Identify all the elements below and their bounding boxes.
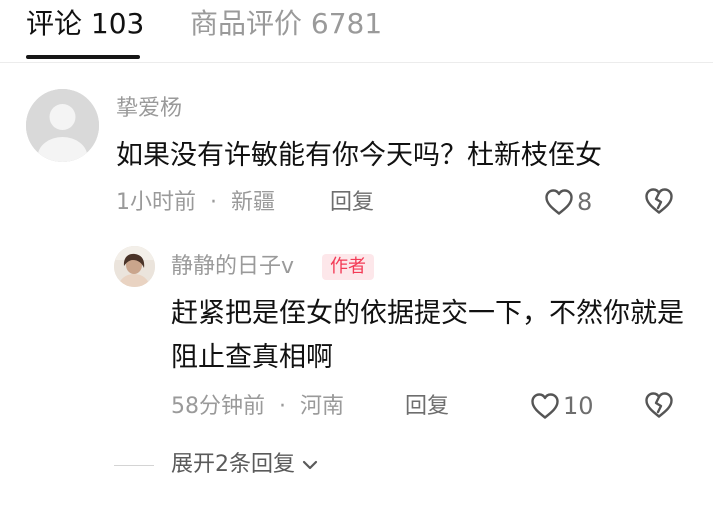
comment-time: 1小时前 xyxy=(116,190,196,215)
comment-tabs: 评论 103 商品评价 6781 xyxy=(0,0,713,62)
reply-like-count: 10 xyxy=(563,392,594,420)
broken-heart-icon xyxy=(643,391,675,419)
reply-text: 赶紧把是侄女的依据提交一下，不然你就是阻止查真相啊 xyxy=(171,298,684,373)
author-badge: 作者 xyxy=(322,254,374,280)
expand-replies-label: 展开2条回复 xyxy=(171,452,295,477)
reply-username[interactable]: 静静的日子v xyxy=(171,252,294,282)
tabs-divider xyxy=(0,62,713,63)
reply-dislike-button[interactable] xyxy=(643,391,675,419)
heart-icon xyxy=(544,188,574,216)
expand-replies-button[interactable]: 展开2条回复 xyxy=(171,450,321,480)
expand-divider xyxy=(114,465,154,466)
reply-reply-button[interactable]: 回复 xyxy=(405,392,449,422)
comment-dislike-button[interactable] xyxy=(643,187,675,215)
comment-meta: 1小时前 · 新疆 xyxy=(116,188,275,218)
broken-heart-icon xyxy=(643,187,675,215)
comment-location: 新疆 xyxy=(231,190,276,215)
reply-time: 58分钟前 xyxy=(171,394,265,419)
comment-username[interactable]: 挚爱杨 xyxy=(116,94,182,124)
reply-avatar[interactable] xyxy=(114,246,155,287)
reply-location: 河南 xyxy=(300,394,345,419)
comment-like-button[interactable]: 8 xyxy=(544,187,592,217)
comment-like-count: 8 xyxy=(577,188,593,216)
tab-product-reviews[interactable]: 商品评价 6781 xyxy=(190,4,382,44)
comment-text: 如果没有许敏能有你今天吗？杜新枝侄女 xyxy=(116,140,602,171)
meta-separator: · xyxy=(210,190,217,215)
default-avatar-icon[interactable] xyxy=(26,89,99,162)
active-tab-indicator xyxy=(26,55,140,59)
reply-like-button[interactable]: 10 xyxy=(530,391,594,421)
comment-reply-button[interactable]: 回复 xyxy=(330,188,374,218)
chevron-down-icon xyxy=(295,454,321,476)
reply-meta: 58分钟前 · 河南 xyxy=(171,392,344,422)
heart-icon xyxy=(530,392,560,420)
tab-comments[interactable]: 评论 103 xyxy=(26,4,144,44)
meta-separator: · xyxy=(279,394,286,419)
